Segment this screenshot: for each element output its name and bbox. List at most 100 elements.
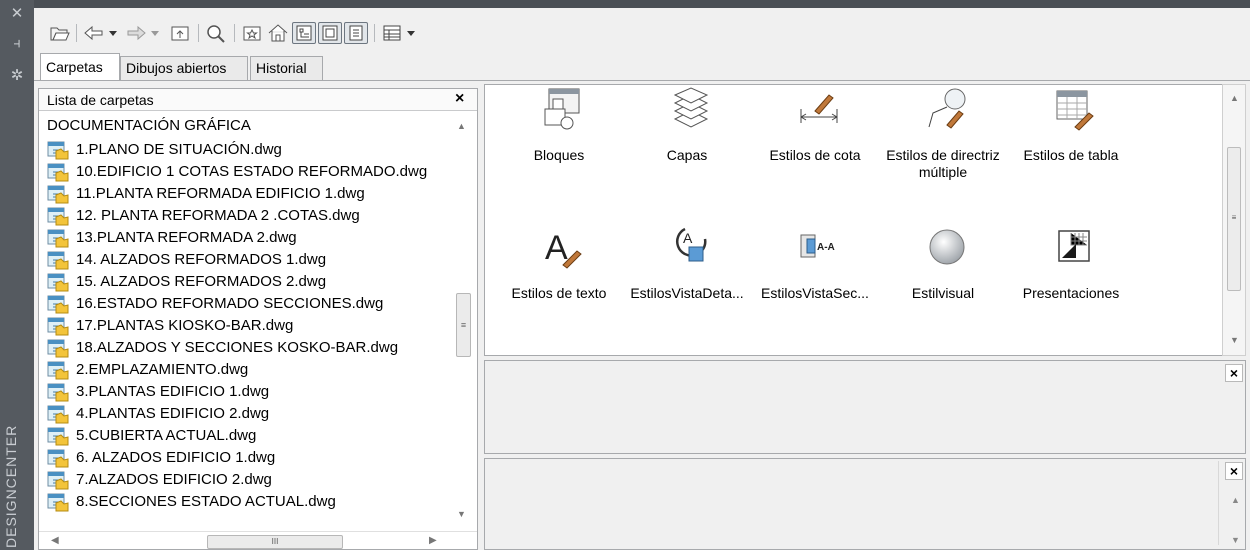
dwg-file-icon xyxy=(47,426,69,446)
content-item-estilos-cota[interactable]: Estilos de cota xyxy=(751,87,879,177)
file-row[interactable]: 7.ALZADOS EDIFICIO 2.dwg xyxy=(39,469,453,491)
dwg-file-icon xyxy=(47,470,69,490)
palette-title-bar[interactable]: ✕ ⫞ ✲ DESIGNCENTER xyxy=(0,0,34,550)
file-row[interactable]: 16.ESTADO REFORMADO SECCIONES.dwg xyxy=(39,293,453,315)
tree-root-folder[interactable]: DOCUMENTACIÓN GRÁFICA xyxy=(47,117,251,134)
content-item-label: Estilvisual xyxy=(911,285,975,301)
file-row[interactable]: 4.PLANTAS EDIFICIO 2.dwg xyxy=(39,403,453,425)
content-item-label: Estilos de cota xyxy=(769,147,861,163)
content-item-label: EstilosVistaSec... xyxy=(761,285,869,301)
file-row[interactable]: 15. ALZADOS REFORMADOS 2.dwg xyxy=(39,271,453,293)
content-item-bloques[interactable]: Bloques xyxy=(495,87,623,177)
file-row[interactable]: 17.PLANTAS KIOSKO-BAR.dwg xyxy=(39,315,453,337)
text-style-glyph: A xyxy=(545,229,568,267)
file-name: 1.PLANO DE SITUACIÓN.dwg xyxy=(76,141,282,158)
scroll-left-icon[interactable]: ◀ xyxy=(51,535,59,546)
content-item-estilos-texto[interactable]: A Estilos de texto xyxy=(495,225,623,315)
top-border xyxy=(34,0,1250,8)
file-name: 8.SECCIONES ESTADO ACTUAL.dwg xyxy=(76,493,336,510)
file-row[interactable]: 13.PLANTA REFORMADA 2.dwg xyxy=(39,227,453,249)
file-name: 14. ALZADOS REFORMADOS 1.dwg xyxy=(76,251,327,268)
file-row[interactable]: 3.PLANTAS EDIFICIO 1.dwg xyxy=(39,381,453,403)
close-description-button[interactable]: × xyxy=(1225,462,1243,480)
home-icon xyxy=(268,24,288,42)
tree-view-toggle[interactable] xyxy=(292,22,316,44)
back-button[interactable] xyxy=(82,22,106,44)
content-scrollbar[interactable]: ▲ ≡ ▼ xyxy=(1222,84,1246,356)
tab-dibujos-abiertos[interactable]: Dibujos abiertos xyxy=(120,56,248,80)
visualstyle-icon xyxy=(929,229,965,265)
file-row[interactable]: 1.PLANO DE SITUACIÓN.dwg xyxy=(39,139,453,161)
views-dropdown[interactable] xyxy=(404,22,418,44)
preview-icon xyxy=(322,25,338,41)
search-button[interactable] xyxy=(204,22,228,44)
file-row[interactable]: 11.PLANTA REFORMADA EDIFICIO 1.dwg xyxy=(39,183,453,205)
autohide-icon[interactable]: ⫞ xyxy=(7,34,27,54)
scroll-down-icon[interactable]: ▼ xyxy=(457,509,466,519)
content-item-estilos-directriz[interactable]: Estilos de directriz múltiple xyxy=(879,87,1007,180)
search-icon xyxy=(207,25,225,43)
tree-vertical-scrollbar[interactable]: ▲ ≡ ▼ xyxy=(453,113,473,531)
scroll-up-icon[interactable]: ▲ xyxy=(1230,93,1239,103)
content-item-vista-seccion[interactable]: A-A EstilosVistaSec... xyxy=(751,225,879,315)
scroll-right-icon[interactable]: ▶ xyxy=(429,535,437,546)
chevron-down-icon xyxy=(151,31,159,36)
file-name: 5.CUBIERTA ACTUAL.dwg xyxy=(76,427,257,444)
file-row[interactable]: 12. PLANTA REFORMADA 2 .COTAS.dwg xyxy=(39,205,453,227)
content-item-vista-detalle[interactable]: A EstilosVistaDeta... xyxy=(623,225,751,315)
forward-button[interactable] xyxy=(124,22,148,44)
content-item-label: Estilos de directriz múltiple xyxy=(886,147,1000,180)
chevron-down-icon xyxy=(109,31,117,36)
description-toggle[interactable] xyxy=(344,22,368,44)
favorites-button[interactable] xyxy=(240,22,264,44)
dwg-file-icon xyxy=(47,382,69,402)
content-scroll-thumb[interactable]: ≡ xyxy=(1227,147,1241,291)
dwg-file-icon xyxy=(47,162,69,182)
preview-pane: × xyxy=(484,360,1246,454)
content-item-label: Bloques xyxy=(533,147,585,163)
mleader-icon xyxy=(928,88,966,129)
home-button[interactable] xyxy=(266,22,290,44)
tree-horizontal-scrollbar[interactable]: ◀ III ▶ xyxy=(39,531,477,549)
content-item-label: Capas xyxy=(666,147,708,163)
file-row[interactable]: 6. ALZADOS EDIFICIO 1.dwg xyxy=(39,447,453,469)
back-dropdown[interactable] xyxy=(106,22,120,44)
tree-hscroll-thumb[interactable]: III xyxy=(207,535,343,549)
designcenter-window: ✕ ⫞ ✲ DESIGNCENTER Carpetas Dibujos abie… xyxy=(0,0,1250,550)
open-folder-icon xyxy=(50,27,70,41)
views-button[interactable] xyxy=(380,22,404,44)
content-item-label: EstilosVistaDeta... xyxy=(630,285,744,301)
close-palette-icon[interactable]: ✕ xyxy=(7,4,27,24)
preview-toggle[interactable] xyxy=(318,22,342,44)
content-item-presentaciones[interactable]: Presentaciones xyxy=(1007,225,1135,315)
tab-historial[interactable]: Historial xyxy=(250,56,323,80)
properties-icon[interactable]: ✲ xyxy=(7,66,27,86)
scroll-up-icon[interactable]: ▲ xyxy=(1231,495,1240,505)
dwg-file-icon xyxy=(47,206,69,226)
content-item-capas[interactable]: Capas xyxy=(623,87,751,177)
up-button[interactable] xyxy=(168,22,192,44)
scroll-down-icon[interactable]: ▼ xyxy=(1231,535,1240,545)
file-row[interactable]: 10.EDIFICIO 1 COTAS ESTADO REFORMADO.dwg xyxy=(39,161,453,183)
tab-carpetas[interactable]: Carpetas xyxy=(40,53,120,80)
file-row[interactable]: 5.CUBIERTA ACTUAL.dwg xyxy=(39,425,453,447)
forward-dropdown[interactable] xyxy=(148,22,162,44)
content-item-estilvisual[interactable]: Estilvisual xyxy=(879,225,1007,315)
scroll-down-icon[interactable]: ▼ xyxy=(1230,335,1239,345)
dwg-file-icon xyxy=(47,492,69,512)
tree-scroll-thumb[interactable]: ≡ xyxy=(456,293,471,357)
chevron-down-icon xyxy=(407,31,415,36)
file-row[interactable]: 14. ALZADOS REFORMADOS 1.dwg xyxy=(39,249,453,271)
dimstyle-icon xyxy=(800,94,838,123)
folder-tree: DOCUMENTACIÓN GRÁFICA 1.PLANO DE SITUACI… xyxy=(39,113,453,531)
content-item-estilos-tabla[interactable]: Estilos de tabla xyxy=(1007,87,1135,177)
file-row[interactable]: 8.SECCIONES ESTADO ACTUAL.dwg xyxy=(39,491,453,513)
load-button[interactable] xyxy=(48,22,72,44)
file-row[interactable]: 18.ALZADOS Y SECCIONES KOSKO-BAR.dwg xyxy=(39,337,453,359)
close-preview-button[interactable]: × xyxy=(1225,364,1243,382)
file-name: 6. ALZADOS EDIFICIO 1.dwg xyxy=(76,449,276,466)
file-row[interactable]: 2.EMPLAZAMIENTO.dwg xyxy=(39,359,453,381)
close-folder-list-button[interactable]: × xyxy=(455,90,464,108)
scroll-up-icon[interactable]: ▲ xyxy=(457,121,466,131)
description-pane: × ▲ ▼ xyxy=(484,458,1246,550)
